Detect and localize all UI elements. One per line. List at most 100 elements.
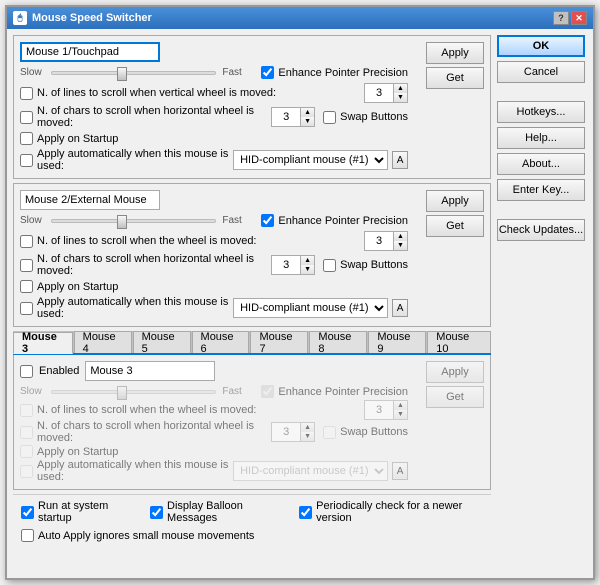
mouse1-slider-thumb[interactable]: [117, 67, 127, 81]
mouse3-get-button[interactable]: Get: [426, 386, 484, 408]
mouse3-enabled-label: Enabled: [39, 365, 79, 377]
mouse2-enhance-label: Enhance Pointer Precision: [278, 215, 408, 227]
periodic-label: Periodically check for a newer version: [316, 500, 483, 524]
mouse2-auto-label: Apply automatically when this mouse is u…: [37, 296, 229, 320]
mouse1-scrollv-row: N. of lines to scroll when vertical whee…: [20, 83, 408, 103]
mouse3-slider-thumb: [117, 386, 127, 400]
run-startup-checkbox[interactable]: [21, 506, 34, 519]
mouse3-startup-row: Apply on Startup: [20, 445, 408, 458]
mouse1-enhance-checkbox[interactable]: [261, 66, 274, 79]
mouse2-scrollv-up[interactable]: ▲: [393, 232, 407, 241]
tab-mouse5[interactable]: Mouse 5: [133, 331, 191, 353]
periodic-checkbox[interactable]: [299, 506, 312, 519]
tab-mouse7[interactable]: Mouse 7: [250, 331, 308, 353]
mouse1-name-input[interactable]: [20, 42, 160, 62]
mouse3-slider-track: [51, 390, 216, 394]
mouse1-scrollv-down[interactable]: ▼: [393, 93, 407, 102]
hotkeys-button[interactable]: Hotkeys...: [497, 101, 585, 123]
mouse2-get-button[interactable]: Get: [426, 215, 484, 237]
help-button[interactable]: ?: [553, 11, 569, 25]
mouse1-scrollv-input[interactable]: [365, 84, 393, 102]
mouse2-scrollh-input[interactable]: [272, 256, 300, 274]
mouse3-enabled-checkbox[interactable]: [20, 365, 33, 378]
mouse2-scrollv-row: N. of lines to scroll when the wheel is …: [20, 231, 408, 251]
tab-mouse4[interactable]: Mouse 4: [74, 331, 132, 353]
mouse2-swap-row: Swap Buttons: [323, 259, 408, 272]
tab-bar: Mouse 3 Mouse 4 Mouse 5 Mouse 6 Mouse 7 …: [13, 331, 491, 355]
mouse2-startup-label: Apply on Startup: [37, 281, 118, 293]
mouse3-enhance-row: Enhance Pointer Precision: [261, 385, 408, 398]
mouse1-scrollh-input[interactable]: [272, 108, 300, 126]
mouse2-fast-label: Fast: [222, 215, 247, 226]
mouse1-enhance-row: Enhance Pointer Precision: [261, 66, 408, 79]
balloon-item: Display Balloon Messages: [150, 500, 283, 524]
mouse1-auto-select[interactable]: HID-compliant mouse (#1): [233, 150, 388, 170]
mouse1-slider-track[interactable]: [51, 71, 216, 75]
checkupdates-button[interactable]: Check Updates...: [497, 219, 585, 241]
mouse1-enhance-label: Enhance Pointer Precision: [278, 67, 408, 79]
mouse3-enabled-row: Enabled: [20, 361, 408, 381]
mouse3-scrollh-arrows: ▲ ▼: [300, 423, 314, 441]
tab-mouse8[interactable]: Mouse 8: [309, 331, 367, 353]
mouse1-section: Slow Fast Enhance Pointer Precision: [13, 35, 491, 179]
mouse2-scrollv-down[interactable]: ▼: [393, 241, 407, 250]
mouse2-auto-select[interactable]: HID-compliant mouse (#1): [233, 298, 388, 318]
mouse1-startup-row: Apply on Startup: [20, 132, 408, 145]
mouse1-scrollv-up[interactable]: ▲: [393, 84, 407, 93]
mouse3-apply-button[interactable]: Apply: [426, 361, 484, 383]
mouse2-enhance-row: Enhance Pointer Precision: [261, 214, 408, 227]
mouse2-scrollh-up[interactable]: ▲: [300, 256, 314, 265]
mouse1-apply-button[interactable]: Apply: [426, 42, 484, 64]
mouse2-enhance-checkbox[interactable]: [261, 214, 274, 227]
autoapply-checkbox[interactable]: [21, 529, 34, 542]
mouse1-scrollh-checkbox[interactable]: [20, 111, 33, 124]
mouse2-scrollv-spinbox: ▲ ▼: [364, 231, 408, 251]
mouse1-auto-checkbox[interactable]: [20, 154, 33, 167]
tab-mouse3[interactable]: Mouse 3: [13, 332, 73, 354]
mouse2-name-input[interactable]: [20, 190, 160, 210]
mouse1-scrollh-up[interactable]: ▲: [300, 108, 314, 117]
mouse3-enhance-checkbox: [261, 385, 274, 398]
mouse1-scrollv-checkbox[interactable]: [20, 87, 33, 100]
mouse1-scrollh-down[interactable]: ▼: [300, 117, 314, 126]
mouse3-disabled-controls: Slow Fast Enhance Pointer Precision: [20, 383, 408, 483]
mouse3-name-input[interactable]: [85, 361, 215, 381]
balloon-checkbox[interactable]: [150, 506, 163, 519]
mouse1-scrollv-spinbox: ▲ ▼: [364, 83, 408, 103]
tab-mouse9[interactable]: Mouse 9: [368, 331, 426, 353]
periodic-item: Periodically check for a newer version: [299, 500, 483, 524]
mouse3-scrollv-down: ▼: [393, 410, 407, 419]
mouse2-slider-thumb[interactable]: [117, 215, 127, 229]
enterkey-button[interactable]: Enter Key...: [497, 179, 585, 201]
mouse2-swap-checkbox[interactable]: [323, 259, 336, 272]
mouse2-startup-checkbox[interactable]: [20, 280, 33, 293]
mouse1-swap-checkbox[interactable]: [323, 111, 336, 124]
mouse2-auto-a-button[interactable]: A: [392, 299, 408, 317]
tab-mouse10[interactable]: Mouse 10: [427, 331, 491, 353]
mouse3-scrollh-down: ▼: [300, 432, 314, 441]
help-button[interactable]: Help...: [497, 127, 585, 149]
mouse2-auto-checkbox[interactable]: [20, 302, 33, 315]
mouse2-scrollh-down[interactable]: ▼: [300, 265, 314, 274]
main-window: 🖱 Mouse Speed Switcher ? ✕ Slow: [5, 5, 595, 580]
about-button[interactable]: About...: [497, 153, 585, 175]
mouse3-scrollv-spinbox: ▲ ▼: [364, 400, 408, 420]
mouse2-slider-track[interactable]: [51, 219, 216, 223]
mouse3-scrollh-label: N. of chars to scroll when horizontal wh…: [37, 420, 267, 444]
mouse1-get-button[interactable]: Get: [426, 67, 484, 89]
mouse3-startup-checkbox: [20, 445, 33, 458]
mouse1-startup-checkbox[interactable]: [20, 132, 33, 145]
tab-mouse6[interactable]: Mouse 6: [192, 331, 250, 353]
mouse1-auto-a-button[interactable]: A: [392, 151, 408, 169]
mouse2-scrollv-input[interactable]: [365, 232, 393, 250]
mouse3-slow-label: Slow: [20, 386, 45, 397]
mouse3-fast-label: Fast: [222, 386, 247, 397]
mouse2-scrollh-checkbox[interactable]: [20, 259, 33, 272]
mouse3-slider-row: Slow Fast Enhance Pointer Precision: [20, 385, 408, 398]
close-button[interactable]: ✕: [571, 11, 587, 25]
ok-button[interactable]: OK: [497, 35, 585, 57]
mouse2-apply-button[interactable]: Apply: [426, 190, 484, 212]
mouse1-right-section: Apply Get: [414, 42, 484, 89]
cancel-button[interactable]: Cancel: [497, 61, 585, 83]
mouse2-scrollv-checkbox[interactable]: [20, 235, 33, 248]
